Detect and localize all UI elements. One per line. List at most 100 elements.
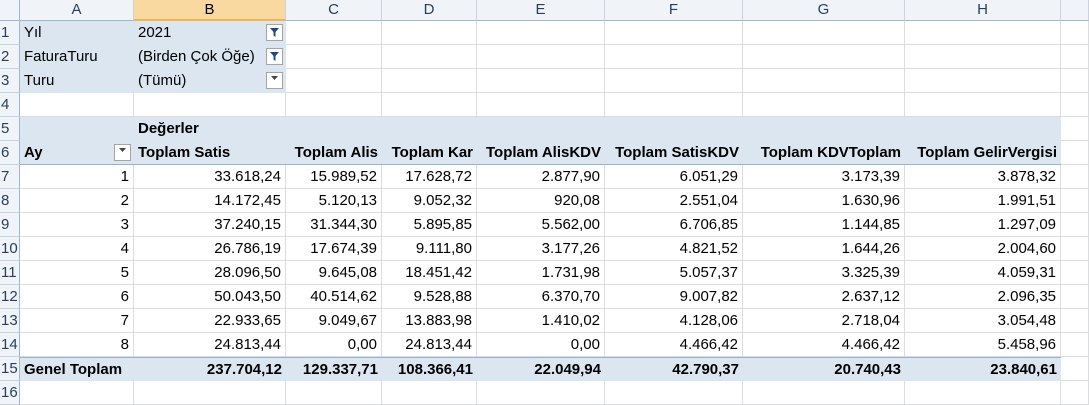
grid-cell[interactable]	[134, 381, 286, 405]
value-cell[interactable]: 0,00	[286, 333, 382, 357]
grid-cell[interactable]	[1061, 237, 1089, 261]
value-cell[interactable]: 4.821,52	[605, 237, 743, 261]
grand-total-cell[interactable]: 20.740,43	[743, 357, 905, 381]
value-header[interactable]: Toplam AlisKDV	[477, 141, 605, 165]
column-header-g[interactable]: G	[743, 0, 905, 21]
value-cell[interactable]: 9.528,88	[382, 285, 477, 309]
month-cell[interactable]: 6	[20, 285, 134, 309]
grand-total-cell[interactable]: 108.366,41	[382, 357, 477, 381]
value-header[interactable]: Toplam Kar	[382, 141, 477, 165]
column-header-d[interactable]: D	[382, 0, 477, 21]
column-header-c[interactable]: C	[286, 0, 382, 21]
row-header-9[interactable]: 9	[0, 213, 20, 237]
value-header[interactable]: Toplam KDVToplam	[743, 141, 905, 165]
filter-applied-icon[interactable]	[266, 48, 283, 65]
value-cell[interactable]: 9.049,67	[286, 309, 382, 333]
column-header-h[interactable]: H	[905, 0, 1061, 21]
value-cell[interactable]: 5.057,37	[605, 261, 743, 285]
row-header-2[interactable]: 2	[0, 45, 20, 69]
value-cell[interactable]: 17.628,72	[382, 165, 477, 189]
grid-cell[interactable]	[286, 45, 382, 69]
grid-cell[interactable]	[1061, 333, 1089, 357]
row-header-4[interactable]: 4	[0, 93, 20, 117]
value-cell[interactable]: 22.933,65	[134, 309, 286, 333]
value-cell[interactable]: 17.674,39	[286, 237, 382, 261]
value-cell[interactable]: 9.645,08	[286, 261, 382, 285]
filter-value[interactable]: (Tümü)	[134, 69, 286, 93]
grid-cell[interactable]	[605, 21, 743, 45]
value-cell[interactable]: 1.991,51	[905, 189, 1061, 213]
grid-cell[interactable]	[743, 45, 905, 69]
grid-cell[interactable]	[743, 93, 905, 117]
value-cell[interactable]: 2.004,60	[905, 237, 1061, 261]
value-cell[interactable]: 2.096,35	[905, 285, 1061, 309]
grid-cell[interactable]	[382, 69, 477, 93]
grand-total-label[interactable]: Genel Toplam	[20, 357, 134, 381]
filter-value[interactable]: (Birden Çok Öğe)	[134, 45, 286, 69]
value-cell[interactable]: 9.052,32	[382, 189, 477, 213]
value-header[interactable]: Toplam Satis	[134, 141, 286, 165]
row-header-11[interactable]: 11	[0, 261, 20, 285]
grid-cell[interactable]	[905, 45, 1061, 69]
value-cell[interactable]: 1.144,85	[743, 213, 905, 237]
grid-cell[interactable]	[286, 93, 382, 117]
value-cell[interactable]: 4.466,42	[605, 333, 743, 357]
grid-cell[interactable]	[905, 93, 1061, 117]
grand-total-cell[interactable]: 129.337,71	[286, 357, 382, 381]
month-cell[interactable]: 3	[20, 213, 134, 237]
grid-cell[interactable]	[1061, 117, 1089, 141]
grid-cell[interactable]	[286, 381, 382, 405]
column-header-e[interactable]: E	[477, 0, 605, 21]
select-all-corner[interactable]	[0, 0, 20, 21]
grand-total-cell[interactable]: 237.704,12	[134, 357, 286, 381]
grid-cell[interactable]	[382, 21, 477, 45]
grid-cell[interactable]	[382, 45, 477, 69]
column-header-a[interactable]: A	[20, 0, 134, 21]
grid-cell[interactable]	[134, 93, 286, 117]
value-cell[interactable]: 1.630,96	[743, 189, 905, 213]
grid-cell[interactable]	[382, 381, 477, 405]
month-cell[interactable]: 2	[20, 189, 134, 213]
value-cell[interactable]: 14.172,45	[134, 189, 286, 213]
row-header-13[interactable]: 13	[0, 309, 20, 333]
dropdown-arrow-icon[interactable]	[266, 72, 283, 89]
row-header-1[interactable]: 1	[0, 21, 20, 45]
month-cell[interactable]: 7	[20, 309, 134, 333]
grid-cell[interactable]	[286, 21, 382, 45]
filter-applied-icon[interactable]	[266, 24, 283, 41]
grid-cell[interactable]	[605, 45, 743, 69]
row-header-15[interactable]: 15	[0, 357, 20, 381]
value-cell[interactable]: 5.895,85	[382, 213, 477, 237]
grid-cell[interactable]	[20, 381, 134, 405]
value-cell[interactable]: 6.051,29	[605, 165, 743, 189]
grid-cell[interactable]	[1061, 381, 1089, 405]
grid-cell[interactable]	[905, 69, 1061, 93]
grid-cell[interactable]	[1061, 213, 1089, 237]
grid-cell[interactable]	[1061, 189, 1089, 213]
grid-cell[interactable]	[477, 21, 605, 45]
row-header-10[interactable]: 10	[0, 237, 20, 261]
value-cell[interactable]: 18.451,42	[382, 261, 477, 285]
value-cell[interactable]: 3.177,26	[477, 237, 605, 261]
value-cell[interactable]: 1.644,26	[743, 237, 905, 261]
row-header-6[interactable]: 6	[0, 141, 20, 165]
value-cell[interactable]: 3.054,48	[905, 309, 1061, 333]
grid-cell[interactable]	[743, 69, 905, 93]
month-cell[interactable]: 4	[20, 237, 134, 261]
grid-cell[interactable]	[605, 93, 743, 117]
grid-cell[interactable]	[20, 93, 134, 117]
value-cell[interactable]: 9.007,82	[605, 285, 743, 309]
value-cell[interactable]: 1.297,09	[905, 213, 1061, 237]
value-cell[interactable]: 33.618,24	[134, 165, 286, 189]
grid-cell[interactable]	[477, 93, 605, 117]
value-cell[interactable]: 3.325,39	[743, 261, 905, 285]
grand-total-cell[interactable]: 23.840,61	[905, 357, 1061, 381]
value-cell[interactable]: 28.096,50	[134, 261, 286, 285]
value-cell[interactable]: 40.514,62	[286, 285, 382, 309]
grid-cell[interactable]	[1061, 141, 1089, 165]
grid-cell[interactable]	[1061, 285, 1089, 309]
grid-cell[interactable]	[743, 381, 905, 405]
value-cell[interactable]: 9.111,80	[382, 237, 477, 261]
value-cell[interactable]: 2.551,04	[605, 189, 743, 213]
value-cell[interactable]: 2.637,12	[743, 285, 905, 309]
